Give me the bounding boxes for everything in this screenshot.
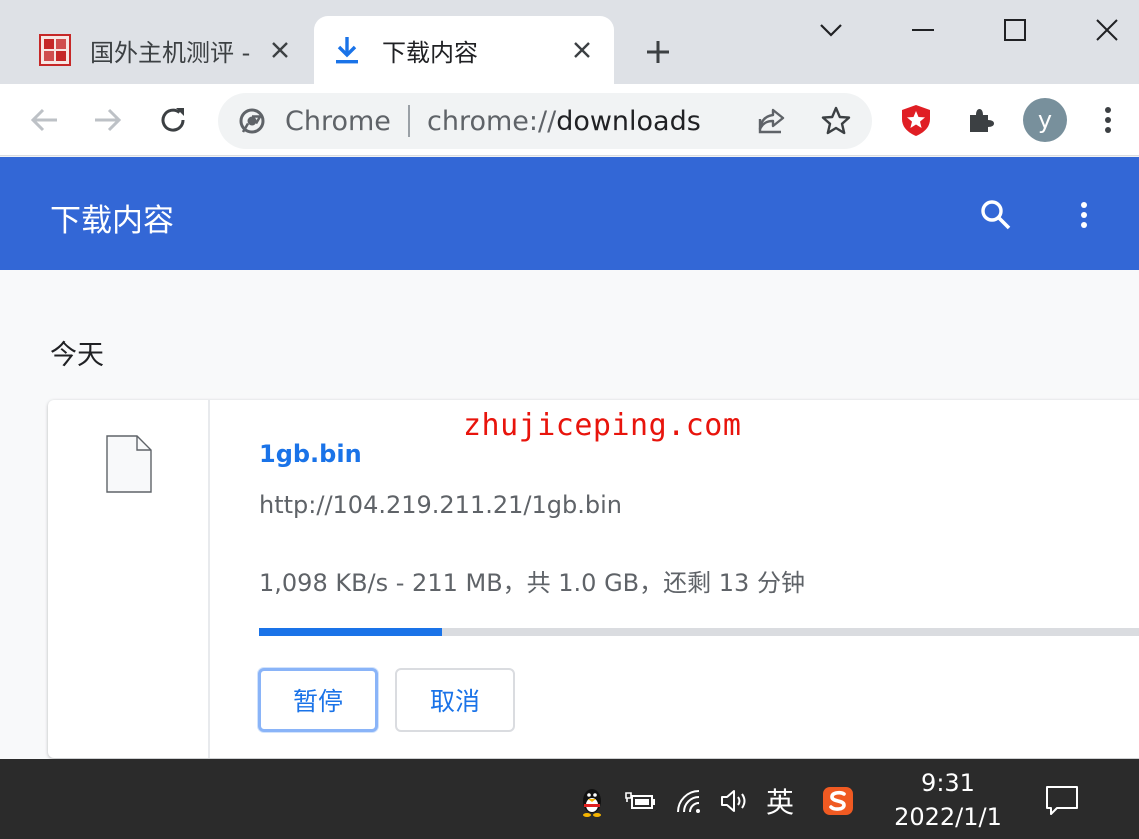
notification-center-icon[interactable] <box>1040 781 1084 821</box>
url-host: downloads <box>556 106 701 137</box>
clock-date[interactable]: 2022/1/1 <box>888 803 1008 831</box>
page-title: 下载内容 <box>50 203 174 239</box>
ime-language-indicator[interactable]: 英 <box>760 781 800 821</box>
chrome-logo-icon <box>238 107 266 135</box>
download-status: 1,098 KB/s - 211 MB，共 1.0 GB，还剩 13 分钟 <box>259 569 805 597</box>
qq-penguin-icon[interactable] <box>572 781 612 821</box>
omnibox-chip-label: Chrome <box>285 106 391 137</box>
downloads-header: 下载内容 <box>0 157 1139 270</box>
site-seal-icon <box>38 33 72 67</box>
file-icon-panel <box>48 400 210 758</box>
shield-extension-icon[interactable] <box>894 98 938 142</box>
tab-search-chevron-down-icon[interactable] <box>808 8 854 52</box>
clock-time[interactable]: 9:31 <box>898 769 998 797</box>
tab-downloads[interactable]: 下载内容 <box>314 16 614 84</box>
download-progress-bar <box>259 628 1139 636</box>
downloads-list: 今天 1gb.bin http://104.219.211.21/1gb.bin… <box>0 270 1139 759</box>
file-name-link[interactable]: 1gb.bin <box>259 440 362 468</box>
browser-toolbar: Chrome chrome://downloads y <box>0 84 1139 156</box>
close-window-icon[interactable] <box>1084 8 1130 52</box>
tab-title: 下载内容 <box>382 38 478 67</box>
watermark-text: zhujiceping.com <box>463 408 742 443</box>
tab-close-icon[interactable] <box>264 34 296 66</box>
tab-title: 国外主机测评 - <box>90 38 250 67</box>
omnibox-divider <box>408 105 410 137</box>
forward-arrow-icon[interactable] <box>86 98 130 142</box>
file-source-url[interactable]: http://104.219.211.21/1gb.bin <box>259 491 622 519</box>
volume-speaker-icon[interactable] <box>714 781 754 821</box>
download-progress-fill <box>259 628 443 636</box>
ime-label: 英 <box>765 786 794 819</box>
tab-zhujiceping[interactable]: 国外主机测评 - <box>22 16 312 84</box>
sogou-input-icon[interactable] <box>818 781 858 821</box>
back-arrow-icon[interactable] <box>22 98 66 142</box>
date-section-label: 今天 <box>50 340 104 371</box>
cancel-button[interactable]: 取消 <box>395 668 515 732</box>
file-icon <box>105 434 153 498</box>
battery-charging-icon[interactable] <box>620 781 660 821</box>
url-scheme: chrome:// <box>427 106 557 137</box>
search-icon[interactable] <box>974 193 1018 237</box>
bookmark-star-icon[interactable] <box>814 99 858 143</box>
url-text[interactable]: chrome://downloads <box>427 106 701 137</box>
extensions-puzzle-icon[interactable] <box>959 98 1003 142</box>
share-icon[interactable] <box>750 99 794 143</box>
page-more-menu-icon[interactable] <box>1062 193 1106 237</box>
more-menu-icon[interactable] <box>1086 98 1130 142</box>
new-tab-plus-icon[interactable] <box>636 30 680 74</box>
download-icon <box>330 33 364 67</box>
profile-avatar[interactable]: y <box>1023 98 1067 142</box>
reload-icon[interactable] <box>151 98 195 142</box>
tab-strip: 国外主机测评 - 下载内容 <box>0 0 1139 84</box>
maximize-icon[interactable] <box>992 8 1038 52</box>
tab-close-icon[interactable] <box>566 34 598 66</box>
minimize-icon[interactable] <box>900 8 946 52</box>
pause-button[interactable]: 暂停 <box>258 668 378 732</box>
wifi-icon[interactable] <box>670 781 710 821</box>
windows-taskbar: 英 9:31 2022/1/1 <box>0 759 1139 839</box>
download-item-card: 1gb.bin http://104.219.211.21/1gb.bin 1,… <box>48 400 1139 758</box>
omnibox[interactable]: Chrome chrome://downloads <box>218 93 872 149</box>
